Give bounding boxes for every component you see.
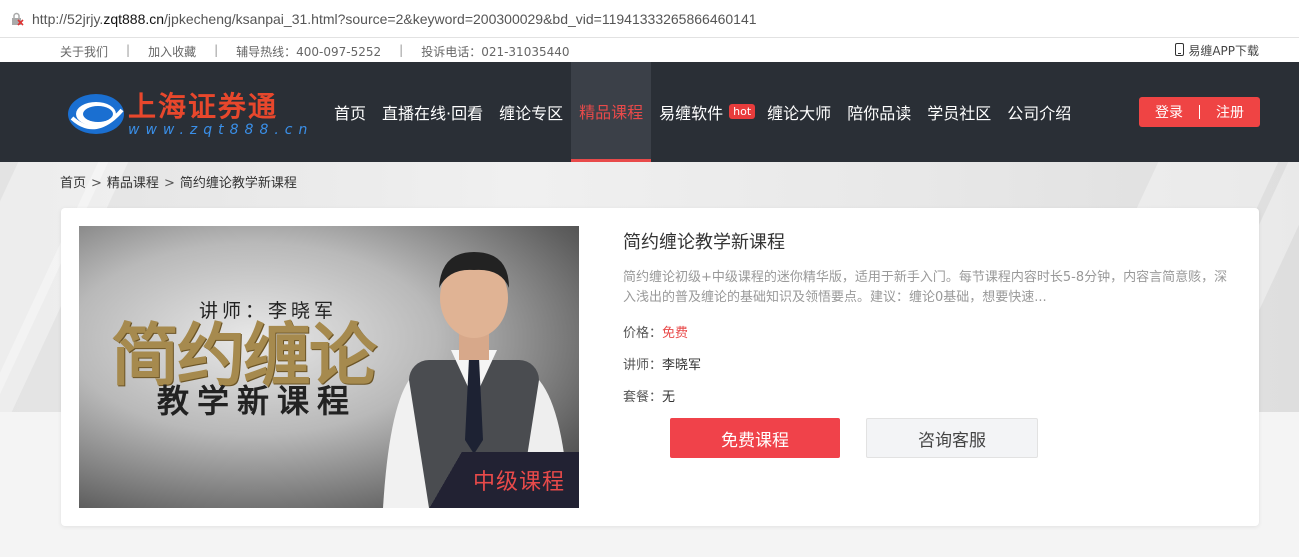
address-bar[interactable]: http://52jrjy.zqt888.cn/jpkecheng/ksanpa…: [0, 0, 1299, 38]
url-text: http://52jrjy.zqt888.cn/jpkecheng/ksanpa…: [32, 10, 757, 27]
nav-item-chanlun-zone[interactable]: 缠论专区: [491, 62, 571, 162]
course-poster[interactable]: 简约缠论 讲师：李晓军 教学新课程 中级课程: [79, 226, 579, 508]
separator: |: [126, 43, 131, 57]
main-header: 上海证券通 www.zqt888.cn 首页 直播在线·回看 缠论专区 精品课程…: [0, 62, 1299, 162]
poster-teacher-line: 讲师：李晓军: [199, 300, 338, 322]
free-course-button[interactable]: 免费课程: [670, 418, 840, 458]
complaint-phone-text: 投诉电话：021-31035440: [421, 45, 570, 59]
nav-item-community[interactable]: 学员社区: [919, 62, 999, 162]
separator: |: [399, 43, 404, 57]
site-logo[interactable]: 上海证券通 www.zqt888.cn: [66, 86, 316, 140]
course-title: 简约缠论教学新课程: [623, 232, 785, 253]
svg-text:www.zqt888.cn: www.zqt888.cn: [128, 122, 313, 138]
price-value: 免费: [662, 326, 689, 341]
nav-item-reading[interactable]: 陪你品读: [839, 62, 919, 162]
app-download-label: 易缠APP下载: [1188, 44, 1259, 58]
nav-item-masters[interactable]: 缠论大师: [765, 62, 839, 162]
poster-level-tag: 中级课程: [429, 452, 579, 508]
nav-item-live[interactable]: 直播在线·回看: [374, 62, 491, 162]
hotline-text: 辅导热线：400-097-5252: [236, 45, 382, 59]
breadcrumb-home[interactable]: 首页: [60, 176, 86, 191]
phone-icon: [1175, 42, 1185, 59]
teacher-value: 李晓军: [662, 358, 702, 373]
teacher-row: 讲师：李晓军: [623, 358, 702, 373]
hot-badge: hot: [729, 103, 756, 119]
course-info: 简约缠论教学新课程 简约缠论初级+中级课程的迷你精华版，适用于新手入门。每节课程…: [623, 226, 1243, 406]
register-button[interactable]: 注册: [1200, 102, 1260, 122]
breadcrumb-current: 简约缠论教学新课程: [179, 176, 297, 191]
nav-item-about-company[interactable]: 公司介绍: [999, 62, 1079, 162]
course-card: 简约缠论 讲师：李晓军 教学新课程 中级课程 简约缠论教学新课程 简约缠论初级+…: [61, 208, 1259, 526]
package-row: 套餐：无: [623, 390, 676, 405]
nav-item-courses[interactable]: 精品课程: [571, 62, 652, 162]
auth-buttons: 登录 注册: [1139, 97, 1260, 127]
about-us-link[interactable]: 关于我们: [60, 43, 108, 60]
breadcrumb-courses[interactable]: 精品课程: [107, 176, 159, 191]
login-button[interactable]: 登录: [1139, 102, 1199, 122]
app-download-link[interactable]: 易缠APP下载: [1175, 42, 1259, 59]
insecure-lock-icon: [10, 12, 24, 26]
separator: |: [214, 43, 219, 57]
main-nav: 首页 直播在线·回看 缠论专区 精品课程 易缠软件 hot 缠论大师 陪你品读 学…: [326, 62, 1079, 162]
course-description: 简约缠论初级+中级课程的迷你精华版，适用于新手入门。每节课程内容时长5-8分钟，…: [623, 270, 1228, 305]
top-info-bar: 关于我们 | 加入收藏 | 辅导热线：400-097-5252 | 投诉电话：0…: [0, 38, 1299, 62]
svg-text:上海证券通: 上海证券通: [128, 90, 278, 123]
nav-item-home[interactable]: 首页: [326, 62, 374, 162]
nav-item-software[interactable]: 易缠软件 hot: [651, 62, 765, 162]
price-row: 价格：免费: [623, 326, 689, 341]
add-favorite-link[interactable]: 加入收藏: [148, 43, 196, 60]
breadcrumb: 首页 > 精品课程 > 简约缠论教学新课程: [60, 176, 297, 191]
contact-service-button[interactable]: 咨询客服: [866, 418, 1038, 458]
poster-subtitle: 教学新课程: [157, 382, 358, 420]
package-value: 无: [662, 390, 676, 405]
